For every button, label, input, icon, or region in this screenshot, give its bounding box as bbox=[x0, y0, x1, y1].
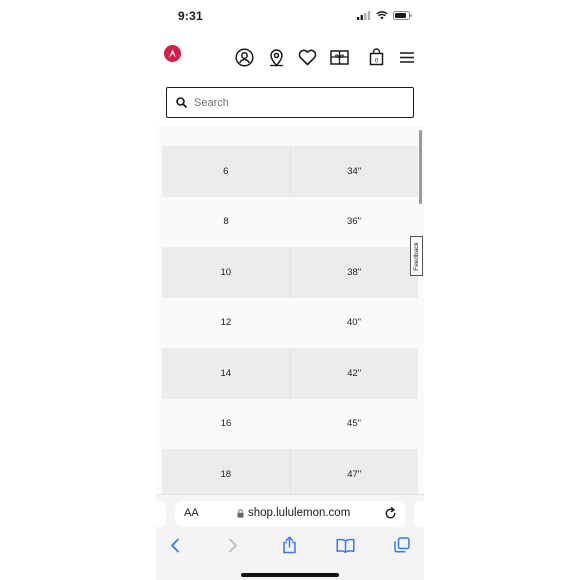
measurement-cell: 34" bbox=[290, 146, 418, 197]
scrollbar[interactable] bbox=[419, 130, 422, 204]
size-chart-panel: 6 34" 8 36" 10 38" 12 40" 14 42" 16 45" 18 47" bbox=[156, 126, 424, 496]
search-icon bbox=[176, 97, 187, 108]
menu-icon[interactable] bbox=[396, 46, 418, 68]
feedback-label: Feedback bbox=[413, 241, 421, 271]
previous-tab-pill[interactable] bbox=[156, 501, 166, 527]
table-row: 10 38" bbox=[162, 247, 418, 298]
phone-screen: 9:31 0 Search 6 34" 8 36" 10 38" 12 40" … bbox=[156, 0, 424, 580]
wifi-icon bbox=[376, 11, 388, 20]
account-icon[interactable] bbox=[233, 46, 255, 68]
lock-icon bbox=[237, 508, 244, 518]
share-icon[interactable] bbox=[279, 535, 299, 555]
size-cell: 10 bbox=[162, 247, 291, 298]
size-cell: 8 bbox=[162, 196, 290, 247]
size-cell: 12 bbox=[162, 297, 290, 348]
table-row: 8 36" bbox=[162, 196, 418, 247]
address-bar[interactable]: AA shop.lululemon.com bbox=[175, 501, 405, 527]
next-tab-pill[interactable] bbox=[414, 501, 424, 527]
bookmarks-icon[interactable] bbox=[335, 535, 355, 555]
table-row: 16 45" bbox=[162, 398, 418, 449]
size-cell: 14 bbox=[162, 348, 291, 399]
search-box[interactable] bbox=[166, 87, 414, 118]
measurement-cell: 38" bbox=[290, 247, 418, 298]
back-icon[interactable] bbox=[165, 535, 185, 555]
measurement-cell: 42" bbox=[290, 348, 418, 399]
shopping-bag-icon[interactable]: 0 bbox=[365, 46, 387, 68]
forward-icon[interactable] bbox=[223, 535, 243, 555]
table-row: 12 40" bbox=[162, 297, 418, 348]
browser-toolbar bbox=[156, 533, 424, 557]
measurement-cell: 45" bbox=[290, 398, 418, 449]
lululemon-logo-icon[interactable] bbox=[164, 45, 181, 67]
measurement-cell: 36" bbox=[290, 196, 418, 247]
reload-icon[interactable] bbox=[384, 507, 397, 525]
wishlist-heart-icon[interactable] bbox=[296, 46, 318, 68]
home-indicator[interactable] bbox=[241, 573, 339, 577]
size-cell: 18 bbox=[162, 449, 291, 496]
table-row: 6 34" bbox=[162, 146, 418, 197]
gift-card-icon[interactable] bbox=[328, 46, 350, 68]
site-header: 0 bbox=[156, 40, 424, 74]
cellular-signal-icon bbox=[357, 11, 371, 20]
search-input[interactable] bbox=[194, 96, 394, 109]
size-cell: 6 bbox=[162, 146, 291, 197]
url-text: shop.lululemon.com bbox=[248, 507, 351, 519]
measurement-cell: 47" bbox=[290, 449, 418, 496]
text-size-button[interactable]: AA bbox=[184, 507, 199, 519]
status-icons bbox=[357, 11, 412, 20]
bag-count: 0 bbox=[374, 57, 378, 64]
feedback-tab[interactable]: Feedback bbox=[410, 236, 423, 276]
size-table: 6 34" 8 36" 10 38" 12 40" 14 42" 16 45" 18 47" bbox=[162, 146, 418, 496]
status-time: 9:31 bbox=[178, 9, 203, 23]
table-row: 18 47" bbox=[162, 449, 418, 496]
browser-bottom-bar: AA shop.lululemon.com bbox=[156, 494, 424, 580]
store-locator-icon[interactable] bbox=[265, 46, 287, 68]
url-container: shop.lululemon.com bbox=[237, 507, 350, 519]
table-row: 14 42" bbox=[162, 348, 418, 399]
measurement-cell: 40" bbox=[290, 297, 418, 348]
size-cell: 16 bbox=[162, 398, 290, 449]
battery-icon bbox=[393, 11, 412, 20]
status-bar: 9:31 bbox=[156, 0, 424, 32]
tabs-icon[interactable] bbox=[392, 535, 412, 555]
